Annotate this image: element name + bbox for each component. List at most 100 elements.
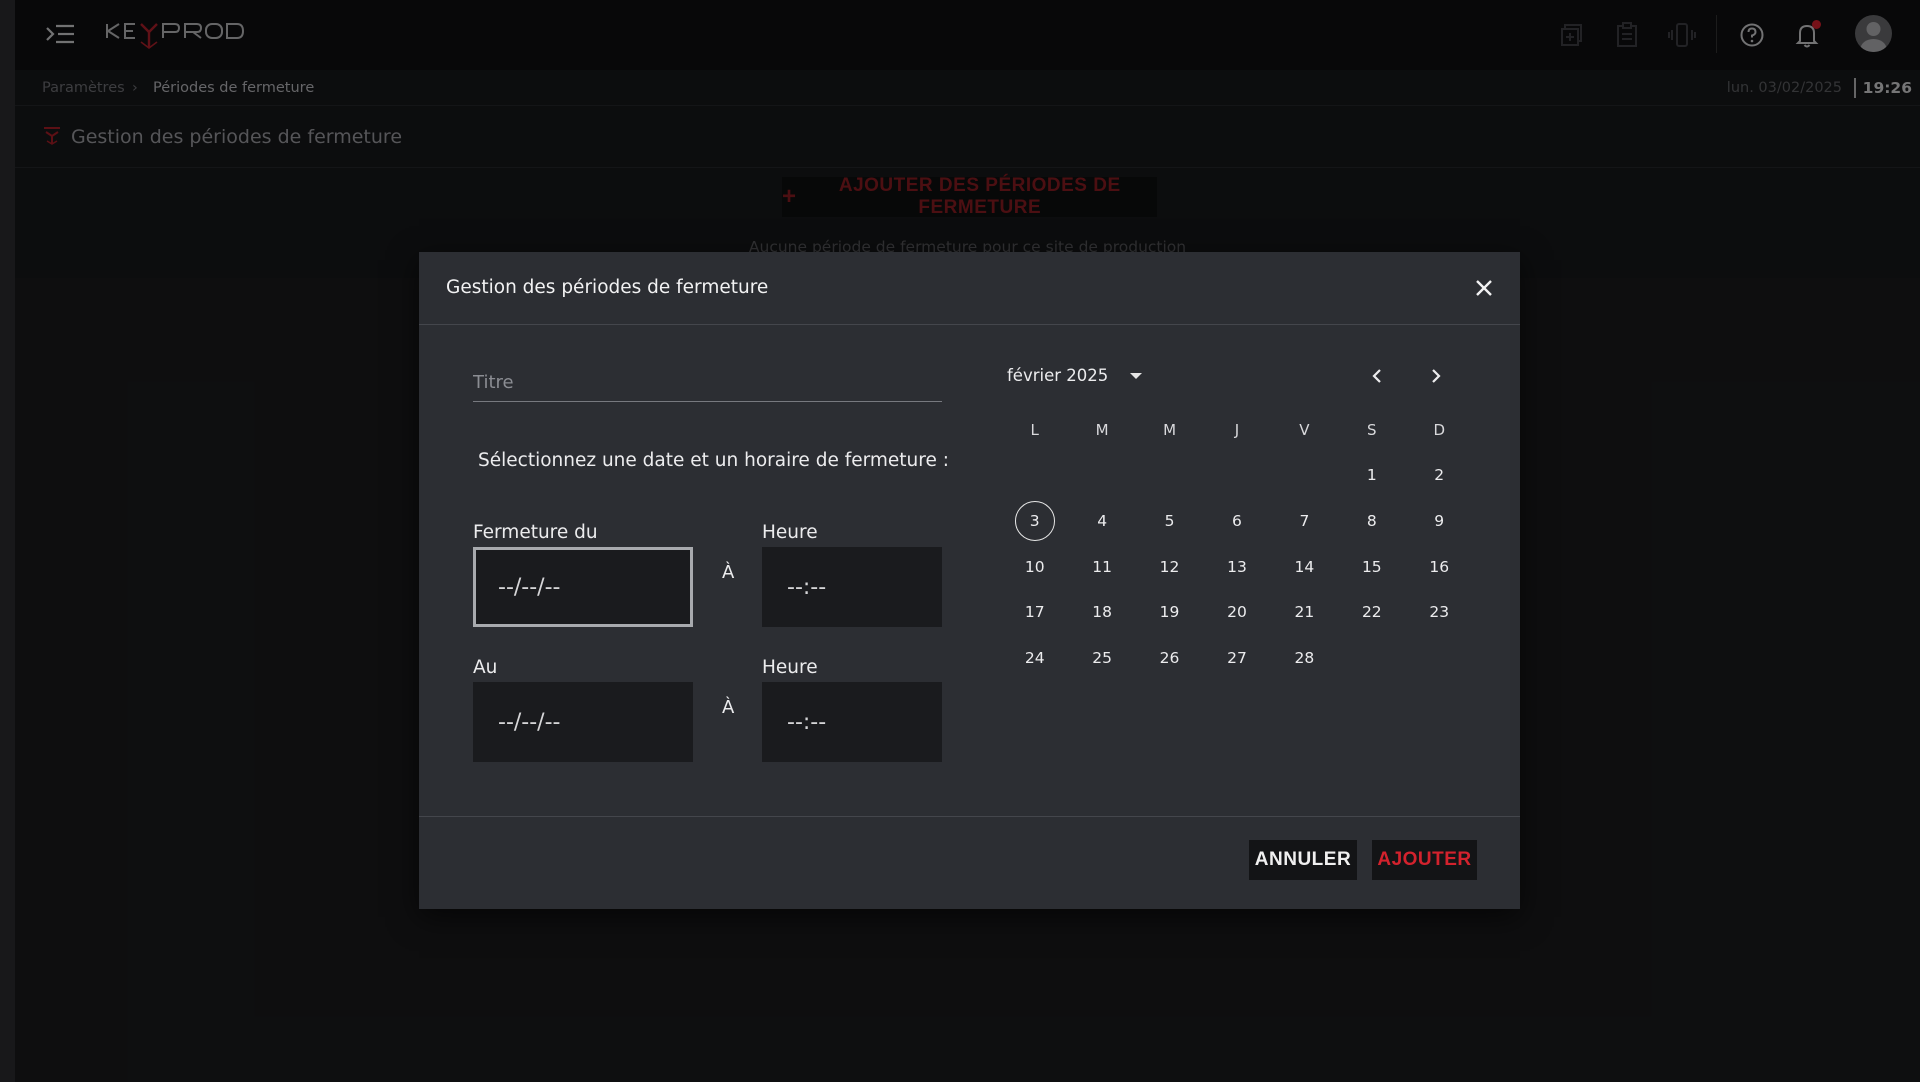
calendar-day[interactable]: 28	[1271, 637, 1338, 679]
closure-from-date-value: --/--/--	[498, 574, 561, 600]
calendar-day[interactable]: 24	[1001, 637, 1068, 679]
calendar-day-number: 13	[1227, 557, 1247, 576]
closure-from-time-input[interactable]: --:--	[762, 547, 942, 627]
calendar-day[interactable]: 9	[1406, 500, 1473, 542]
dialog-footer: ANNULER AJOUTER	[419, 816, 1520, 909]
calendar-day[interactable]: 10	[1001, 546, 1068, 588]
calendar-empty-cell	[1068, 454, 1135, 496]
calendar-day[interactable]: 23	[1406, 591, 1473, 633]
calendar-day[interactable]: 25	[1068, 637, 1135, 679]
calendar-week-row: 17 18 19 20 21 22 23	[1001, 589, 1473, 635]
calendar-day-number: 3	[1014, 500, 1055, 541]
calendar-day-number: 18	[1092, 603, 1112, 622]
calendar-day[interactable]: 22	[1338, 591, 1405, 633]
calendar-day[interactable]: 2	[1406, 454, 1473, 496]
instruction-text: Sélectionnez une date et un horaire de f…	[478, 450, 949, 471]
calendar-day-number: 2	[1434, 466, 1445, 485]
calendar-day-number: 11	[1092, 557, 1112, 576]
calendar-empty-cell	[1271, 454, 1338, 496]
calendar-day-number: 16	[1429, 557, 1450, 576]
calendar-day[interactable]: 7	[1271, 500, 1338, 542]
weekday-header: M	[1095, 420, 1109, 439]
closure-from-time-value: --:--	[787, 574, 827, 600]
calendar-day[interactable]: 15	[1338, 546, 1405, 588]
calendar-day-number: 23	[1429, 603, 1450, 622]
calendar-day-number: 27	[1227, 648, 1247, 667]
calendar-month-label: février 2025	[1007, 366, 1109, 385]
calendar-day-number: 14	[1294, 557, 1315, 576]
to-a-separator: À	[722, 697, 735, 718]
calendar-empty-cell	[1338, 637, 1405, 679]
calendar-day[interactable]: 5	[1136, 500, 1203, 542]
calendar-weekday-row: L M M J V S D	[1001, 407, 1473, 453]
closure-to-time-input[interactable]: --:--	[762, 682, 942, 762]
title-input[interactable]	[473, 364, 942, 402]
calendar-empty-cell	[1203, 454, 1270, 496]
calendar-day-number: 12	[1159, 557, 1180, 576]
calendar-day[interactable]: 27	[1203, 637, 1270, 679]
calendar-day[interactable]: 21	[1271, 591, 1338, 633]
calendar-day[interactable]: 13	[1203, 546, 1270, 588]
calendar-empty-cell	[1136, 454, 1203, 496]
calendar-day[interactable]: 1	[1338, 454, 1405, 496]
calendar-week-row: 10 11 12 13 14 15 16	[1001, 544, 1473, 590]
calendar-day-number: 22	[1361, 603, 1382, 622]
dialog-header: Gestion des périodes de fermeture	[419, 252, 1520, 325]
closure-from-hour-label: Heure	[762, 522, 818, 543]
calendar-week-row: 3 4 5 6 7 8 9	[1001, 498, 1473, 544]
calendar-day-number: 6	[1232, 511, 1242, 530]
calendar-day[interactable]: 14	[1271, 546, 1338, 588]
dialog-title: Gestion des périodes de fermeture	[446, 277, 769, 298]
from-a-separator: À	[722, 562, 735, 583]
weekday-header: J	[1234, 420, 1240, 439]
closure-to-date-input[interactable]: --/--/--	[473, 682, 693, 762]
calendar-day[interactable]: 26	[1136, 637, 1203, 679]
calendar-week-row: 12	[1001, 453, 1473, 499]
closure-from-label: Fermeture du	[473, 522, 598, 543]
chevron-left-icon	[1372, 369, 1381, 383]
calendar-day-number: 8	[1366, 511, 1377, 530]
calendar-day-number: 10	[1024, 557, 1045, 576]
cancel-button[interactable]: ANNULER	[1249, 840, 1357, 880]
calendar-day[interactable]: 12	[1136, 546, 1203, 588]
calendar-day-number: 15	[1361, 557, 1382, 576]
weekday-header: M	[1163, 420, 1177, 439]
calendar-day-number: 24	[1024, 648, 1045, 667]
closure-from-date-input[interactable]: --/--/--	[473, 547, 693, 627]
calendar-week-row: 24 25 26 27 28	[1001, 635, 1473, 681]
weekday-header: S	[1367, 420, 1377, 439]
calendar-day-number: 26	[1159, 648, 1180, 667]
calendar-day[interactable]: 16	[1406, 546, 1473, 588]
calendar-day-number: 19	[1159, 603, 1180, 622]
weekday-header: V	[1299, 420, 1310, 439]
closure-to-label: Au	[473, 657, 498, 678]
calendar-day[interactable]: 18	[1068, 591, 1135, 633]
calendar-day-number: 20	[1227, 603, 1247, 622]
calendar-empty-cell	[1001, 454, 1068, 496]
calendar-day-number: 25	[1092, 648, 1112, 667]
calendar-empty-cell	[1406, 637, 1473, 679]
calendar-grid: L M M J V S D 1 2 3 4 5 6 7 8 9 10 11 12 13 14 15 16 17 1…	[1001, 407, 1473, 681]
calendar-day-number: 4	[1097, 511, 1108, 530]
closure-to-hour-label: Heure	[762, 657, 818, 678]
calendar-prev-month-button[interactable]	[1363, 362, 1391, 390]
calendar-day[interactable]: 11	[1068, 546, 1135, 588]
calendar-day[interactable]: 8	[1338, 500, 1405, 542]
calendar-day-number: 17	[1024, 603, 1045, 622]
calendar-day-number: 1	[1366, 466, 1377, 485]
closure-to-date-value: --/--/--	[498, 709, 561, 735]
calendar-day-today[interactable]: 3	[1001, 500, 1068, 542]
calendar-day[interactable]: 6	[1203, 500, 1270, 542]
calendar-month-selector[interactable]: février 2025	[1007, 366, 1143, 385]
calendar-day[interactable]: 20	[1203, 591, 1270, 633]
calendar-day[interactable]: 4	[1068, 500, 1135, 542]
calendar-next-month-button[interactable]	[1422, 362, 1450, 390]
weekday-header: L	[1030, 420, 1039, 439]
add-button[interactable]: AJOUTER	[1372, 840, 1477, 880]
calendar-day[interactable]: 17	[1001, 591, 1068, 633]
calendar-day[interactable]: 19	[1136, 591, 1203, 633]
close-icon[interactable]	[1470, 274, 1498, 302]
calendar-day-number: 7	[1299, 511, 1310, 530]
calendar-day-number: 5	[1164, 511, 1175, 530]
calendar-day-number: 21	[1294, 603, 1315, 622]
